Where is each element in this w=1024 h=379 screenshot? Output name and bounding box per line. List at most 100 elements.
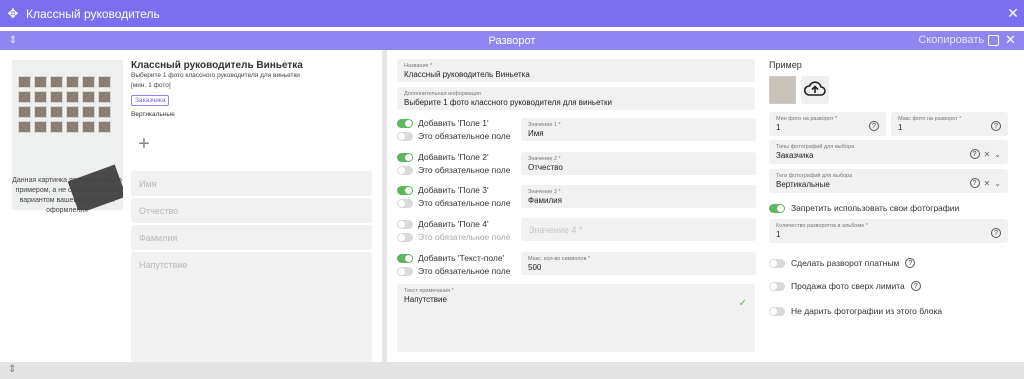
required-field-2-toggle[interactable]: Это обязательное поле bbox=[397, 165, 510, 175]
name-field[interactable]: Название * Классный руководитель Виньетк… bbox=[397, 59, 755, 82]
note-field[interactable]: Текст примечания * Напутствие ✓ bbox=[397, 284, 755, 352]
help-icon[interactable]: ? bbox=[969, 149, 980, 159]
required-field-1-toggle[interactable]: Это обязательное поле bbox=[397, 131, 510, 141]
photo-tags-select[interactable]: Теги фотографий для выбора Вертикальные … bbox=[769, 169, 1008, 193]
example-thumbnail[interactable] bbox=[769, 76, 796, 104]
add-field-1-toggle[interactable]: Добавить 'Поле 1' bbox=[397, 118, 489, 128]
required-field-3-toggle[interactable]: Это обязательное поле bbox=[397, 198, 510, 208]
add-photo-button[interactable]: + bbox=[131, 134, 157, 156]
toggle-label: Это обязательное поле bbox=[418, 165, 511, 175]
note-field-label: Текст примечания * bbox=[404, 288, 454, 294]
value-3-field[interactable]: Значение 3 * Фамилия bbox=[521, 185, 756, 208]
field-value: Фамилия bbox=[528, 196, 562, 205]
help-icon[interactable]: ? bbox=[969, 178, 980, 188]
name-field-value: Классный руководитель Виньетка bbox=[404, 70, 530, 79]
toggle-label: Добавить 'Текст-поле' bbox=[418, 253, 505, 263]
toggle-switch[interactable] bbox=[769, 281, 785, 291]
toggle-switch[interactable] bbox=[397, 232, 413, 242]
toggle-switch[interactable] bbox=[397, 266, 413, 276]
preview-field-patronymic[interactable]: Отчество bbox=[131, 198, 372, 223]
toggle-switch[interactable] bbox=[769, 258, 785, 268]
clear-icon[interactable]: ✕ bbox=[984, 150, 991, 159]
chevron-down-icon[interactable]: ⌄ bbox=[994, 150, 1001, 159]
field-label: Макс. кол-во символов * bbox=[528, 256, 591, 262]
toggle-switch[interactable] bbox=[397, 219, 413, 229]
toggle-switch[interactable] bbox=[397, 131, 413, 141]
preview-field-surname[interactable]: Фамилия bbox=[131, 225, 372, 250]
field-value: Имя bbox=[528, 129, 544, 138]
max-photos-field[interactable]: Макс фото на разворот * 1 ? bbox=[891, 112, 1008, 136]
help-icon[interactable]: ? bbox=[991, 228, 1001, 238]
toggle-label: Добавить 'Поле 3' bbox=[418, 185, 489, 195]
toggle-switch[interactable] bbox=[397, 152, 413, 162]
orientation-badge: Вертикальные bbox=[131, 111, 175, 118]
help-icon[interactable]: ? bbox=[869, 121, 879, 131]
value-4-field[interactable]: Значение 4 * bbox=[521, 218, 756, 241]
required-field-4-toggle[interactable]: Это обязательное поле bbox=[397, 232, 510, 242]
field-label: Значение 3 * bbox=[528, 189, 561, 195]
example-title: Пример bbox=[769, 60, 802, 70]
toggle-switch[interactable] bbox=[769, 306, 785, 316]
info-field-value: Выберите 1 фото классного руководителя д… bbox=[404, 98, 612, 107]
copy-controls: Скопировать ✕ bbox=[918, 32, 1016, 48]
add-field-3-toggle[interactable]: Добавить 'Поле 3' bbox=[397, 185, 489, 195]
preview-heading: Классный руководитель Виньетка Выберите … bbox=[131, 60, 303, 118]
help-icon[interactable]: ? bbox=[905, 258, 916, 268]
chevron-down-icon[interactable]: ⌄ bbox=[994, 179, 1001, 188]
info-field-label: Дополнительная информация bbox=[404, 91, 481, 97]
field-value: 1 bbox=[776, 230, 781, 239]
spread-title: Разворот bbox=[488, 34, 536, 47]
toggle-switch[interactable] bbox=[397, 253, 413, 263]
toggle-label: Продажа фото сверх лимита bbox=[791, 281, 905, 291]
preview-field-name[interactable]: Имя bbox=[131, 171, 372, 196]
required-textfield-toggle[interactable]: Это обязательное поле bbox=[397, 266, 510, 276]
toggle-label: Добавить 'Поле 1' bbox=[418, 118, 489, 128]
field-label: Значение 2 * bbox=[528, 156, 561, 162]
preview-title: Классный руководитель Виньетка bbox=[131, 60, 303, 71]
upload-button[interactable] bbox=[801, 76, 829, 104]
add-field-2-toggle[interactable]: Добавить 'Поле 2' bbox=[397, 152, 489, 162]
footer-bar: ⇕ bbox=[0, 362, 1024, 379]
toggle-label: Это обязательное поле bbox=[418, 232, 511, 242]
field-placeholder: Значение 4 * bbox=[529, 225, 583, 235]
toggle-switch[interactable] bbox=[769, 203, 785, 213]
copy-icon[interactable] bbox=[988, 34, 1000, 46]
forbid-own-photos-toggle[interactable]: Запретить использовать свои фотографии bbox=[769, 203, 959, 213]
copy-button[interactable]: Скопировать bbox=[918, 34, 984, 46]
check-icon: ✓ bbox=[738, 298, 747, 309]
toggle-switch[interactable] bbox=[397, 185, 413, 195]
value-2-field[interactable]: Значение 2 * Отчество bbox=[521, 152, 756, 175]
add-textfield-toggle[interactable]: Добавить 'Текст-поле' bbox=[397, 253, 504, 263]
move-icon[interactable]: ✥ bbox=[0, 6, 26, 22]
close-icon[interactable]: ✕ bbox=[1002, 5, 1024, 22]
info-field[interactable]: Дополнительная информация Выберите 1 фот… bbox=[397, 87, 755, 110]
field-value: Отчество bbox=[528, 163, 563, 172]
app-root: ✥ Классный руководитель ✕ ⇕ Разворот Ско… bbox=[0, 0, 1024, 379]
preview-field-farewell[interactable]: Напутствие bbox=[131, 252, 372, 362]
clear-icon[interactable]: ✕ bbox=[984, 179, 991, 188]
drag-handle-icon[interactable]: ⇕ bbox=[0, 35, 26, 46]
toggle-label: Сделать разворот платным bbox=[791, 258, 900, 268]
toggle-switch[interactable] bbox=[397, 198, 413, 208]
toggle-switch[interactable] bbox=[397, 118, 413, 128]
max-chars-field[interactable]: Макс. кол-во символов * 500 bbox=[521, 252, 756, 275]
sell-over-limit-toggle[interactable]: Продажа фото сверх лимита ? bbox=[769, 281, 921, 291]
photo-types-select[interactable]: Типы фотографий для выбора Заказчика ? ✕… bbox=[769, 140, 1008, 164]
help-icon[interactable]: ? bbox=[910, 281, 921, 291]
close-spread-icon[interactable]: ✕ bbox=[1005, 32, 1016, 48]
min-photos-field[interactable]: Мин фото на разворот * 1 ? bbox=[769, 112, 886, 136]
preview-subtitle: Выберите 1 фото классного руководителя д… bbox=[131, 72, 300, 79]
add-field-4-toggle[interactable]: Добавить 'Поле 4' bbox=[397, 219, 489, 229]
drag-handle-icon[interactable]: ⇕ bbox=[8, 364, 16, 375]
no-gift-toggle[interactable]: Не дарить фотографии из этого блока bbox=[769, 306, 942, 316]
photo-grid bbox=[18, 76, 111, 133]
spread-header: ⇕ Разворот Скопировать ✕ bbox=[0, 31, 1024, 50]
help-icon[interactable]: ? bbox=[991, 121, 1001, 131]
value-1-field[interactable]: Значение 1 * Имя bbox=[521, 118, 756, 141]
paid-spread-toggle[interactable]: Сделать разворот платным ? bbox=[769, 258, 916, 268]
toggle-switch[interactable] bbox=[397, 165, 413, 175]
field-label: Количество разворотов в альбоме * bbox=[776, 223, 868, 229]
spreads-count-field[interactable]: Количество разворотов в альбоме * 1 ? bbox=[769, 219, 1008, 243]
preview-panel: Данная картинка является только примером… bbox=[0, 50, 382, 362]
toggle-label: Это обязательное поле bbox=[418, 266, 511, 276]
